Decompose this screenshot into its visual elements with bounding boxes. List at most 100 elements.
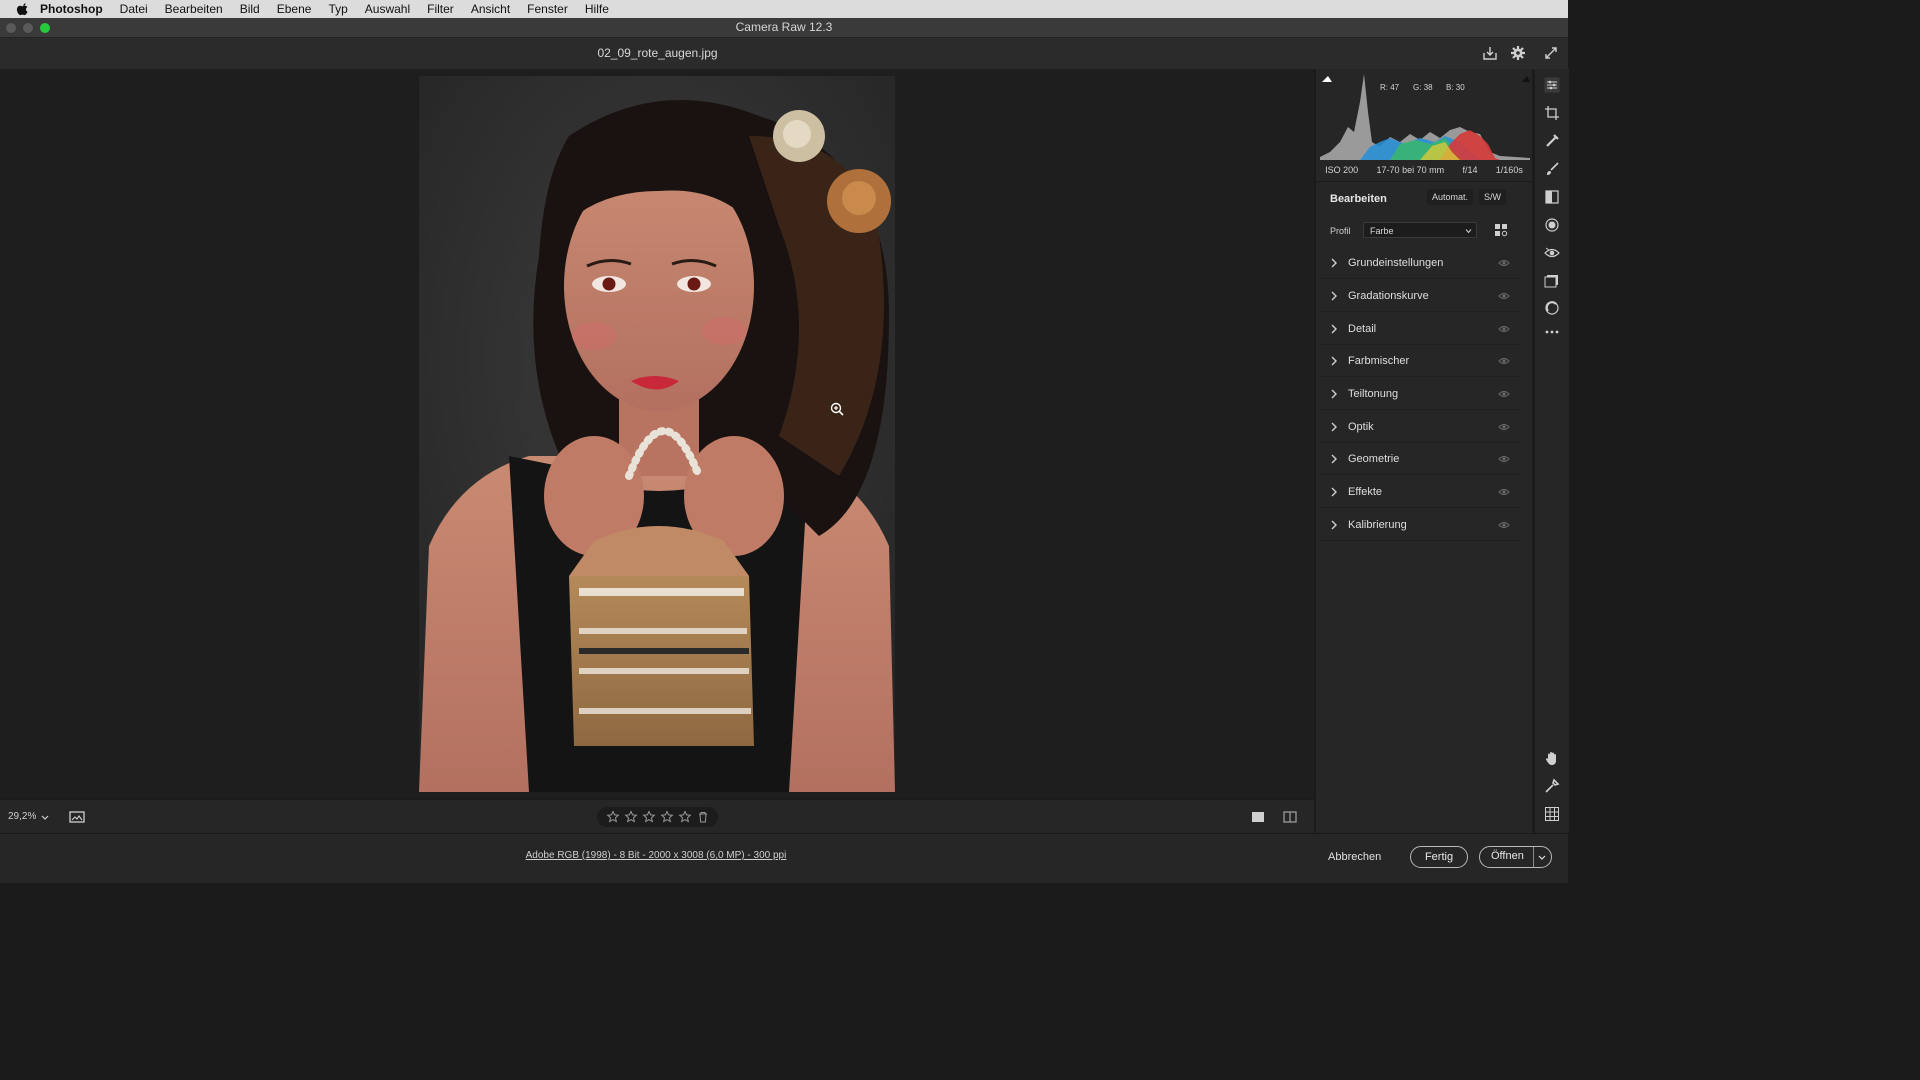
profile-value: Farbe <box>1370 226 1394 236</box>
eye-icon[interactable] <box>1498 520 1510 530</box>
histogram-g-readout: G: 38 <box>1413 83 1433 92</box>
eye-icon[interactable] <box>1498 487 1510 497</box>
divider <box>1320 278 1522 279</box>
histogram-b-readout: B: 30 <box>1446 83 1465 92</box>
fullscreen-icon[interactable] <box>1543 45 1559 61</box>
eye-icon[interactable] <box>1498 291 1510 301</box>
more-icon[interactable] <box>1544 324 1560 340</box>
exif-aperture: f/14 <box>1462 165 1478 175</box>
menu-bild[interactable]: Bild <box>240 0 260 18</box>
divider <box>1320 474 1522 475</box>
star-icon[interactable] <box>606 810 620 824</box>
chevron-down-icon[interactable] <box>1538 853 1546 861</box>
eye-icon[interactable] <box>1498 324 1510 334</box>
filmstrip-icon[interactable] <box>69 809 85 825</box>
eye-icon[interactable] <box>1498 454 1510 464</box>
r-value: 47 <box>1390 83 1400 92</box>
preview-image[interactable] <box>419 76 895 792</box>
done-button[interactable]: Fertig <box>1410 846 1468 868</box>
zoom-dropdown[interactable]: 29,2% <box>8 800 49 833</box>
edit-heading: Bearbeiten <box>1330 193 1387 205</box>
chevron-right-icon <box>1331 454 1337 464</box>
single-view-icon[interactable] <box>1250 809 1266 825</box>
hand-icon[interactable] <box>1544 750 1560 766</box>
section-gradationskurve[interactable]: Gradationskurve <box>1316 280 1522 312</box>
crop-icon[interactable] <box>1544 105 1560 121</box>
section-grundeinstellungen[interactable]: Grundeinstellungen <box>1316 247 1522 279</box>
histogram-r-readout: R: 47 <box>1380 83 1399 92</box>
redeye-icon[interactable] <box>1544 245 1560 261</box>
eye-icon[interactable] <box>1498 422 1510 432</box>
exif-shutter: 1/160s <box>1495 165 1523 175</box>
workflow-options-link[interactable]: Adobe RGB (1998) - 8 Bit - 2000 x 3008 (… <box>440 850 872 861</box>
chevron-right-icon <box>1331 422 1337 432</box>
star-icon[interactable] <box>678 810 692 824</box>
menu-bar: Photoshop Datei Bearbeiten Bild Ebene Ty… <box>0 0 1568 18</box>
profile-browser-icon[interactable] <box>1495 224 1508 237</box>
gear-icon[interactable] <box>1510 45 1526 61</box>
window-titlebar: Camera Raw 12.3 <box>0 18 1568 38</box>
menu-auswahl[interactable]: Auswahl <box>365 0 410 18</box>
section-label: Teiltonung <box>1348 388 1399 400</box>
done-button-label: Fertig <box>1424 851 1454 863</box>
divider <box>1320 409 1522 410</box>
chevron-down-icon <box>1465 229 1472 234</box>
menu-ebene[interactable]: Ebene <box>277 0 312 18</box>
chevron-right-icon <box>1331 389 1337 399</box>
before-after-icon[interactable] <box>1282 809 1298 825</box>
menu-filter[interactable]: Filter <box>427 0 454 18</box>
star-icon[interactable] <box>624 810 638 824</box>
chevron-right-icon <box>1331 291 1337 301</box>
section-label: Effekte <box>1348 486 1383 498</box>
radial-filter-icon[interactable] <box>1544 217 1560 233</box>
grid-icon[interactable] <box>1544 806 1560 822</box>
star-icon[interactable] <box>660 810 674 824</box>
section-farbmischer[interactable]: Farbmischer <box>1316 345 1522 377</box>
edit-panel: R: 47 G: 38 B: 30 ISO 200 17-70 bei 70 m… <box>1316 69 1532 833</box>
bw-button[interactable]: S/W <box>1479 189 1506 205</box>
section-label: Geometrie <box>1348 453 1400 465</box>
menu-fenster[interactable]: Fenster <box>527 0 568 18</box>
tool-strip <box>1534 69 1569 833</box>
brush-icon[interactable] <box>1544 161 1560 177</box>
eye-icon[interactable] <box>1498 356 1510 366</box>
gradient-icon[interactable] <box>1544 189 1560 205</box>
presets-icon[interactable] <box>1544 272 1560 288</box>
open-button[interactable]: Öffnen <box>1479 846 1552 868</box>
menu-app-name[interactable]: Photoshop <box>40 0 103 18</box>
color-sampler-icon[interactable] <box>1544 778 1560 794</box>
exif-iso: ISO 200 <box>1325 165 1359 175</box>
menu-ansicht[interactable]: Ansicht <box>471 0 510 18</box>
eye-icon[interactable] <box>1498 258 1510 268</box>
menu-datei[interactable]: Datei <box>120 0 148 18</box>
section-teiltonung[interactable]: Teiltonung <box>1316 378 1522 410</box>
section-geometrie[interactable]: Geometrie <box>1316 443 1522 475</box>
preview-canvas[interactable] <box>0 69 1314 798</box>
edit-sliders-icon[interactable] <box>1544 77 1560 93</box>
snapshots-icon[interactable] <box>1544 300 1560 316</box>
trash-icon[interactable] <box>696 810 710 824</box>
chevron-right-icon <box>1331 258 1337 268</box>
rating-stars <box>597 807 718 827</box>
eye-icon[interactable] <box>1498 389 1510 399</box>
cancel-button[interactable]: Abbrechen <box>1328 851 1381 863</box>
divider <box>1320 311 1522 312</box>
chevron-down-icon <box>41 815 49 820</box>
heal-icon[interactable] <box>1544 133 1560 149</box>
menu-hilfe[interactable]: Hilfe <box>585 0 609 18</box>
section-label: Grundeinstellungen <box>1348 257 1444 269</box>
profile-dropdown[interactable]: Farbe <box>1363 222 1477 238</box>
auto-button[interactable]: Automat. <box>1427 189 1474 205</box>
section-label: Kalibrierung <box>1348 519 1407 531</box>
menu-typ[interactable]: Typ <box>328 0 347 18</box>
star-icon[interactable] <box>642 810 656 824</box>
section-effekte[interactable]: Effekte <box>1316 476 1522 508</box>
zoom-cursor-icon <box>830 402 844 416</box>
chevron-right-icon <box>1331 487 1337 497</box>
section-optik[interactable]: Optik <box>1316 411 1522 443</box>
menu-bearbeiten[interactable]: Bearbeiten <box>165 0 223 18</box>
apple-icon[interactable] <box>16 2 30 16</box>
section-kalibrierung[interactable]: Kalibrierung <box>1316 509 1522 541</box>
save-icon[interactable] <box>1482 45 1498 61</box>
section-detail[interactable]: Detail <box>1316 313 1522 345</box>
